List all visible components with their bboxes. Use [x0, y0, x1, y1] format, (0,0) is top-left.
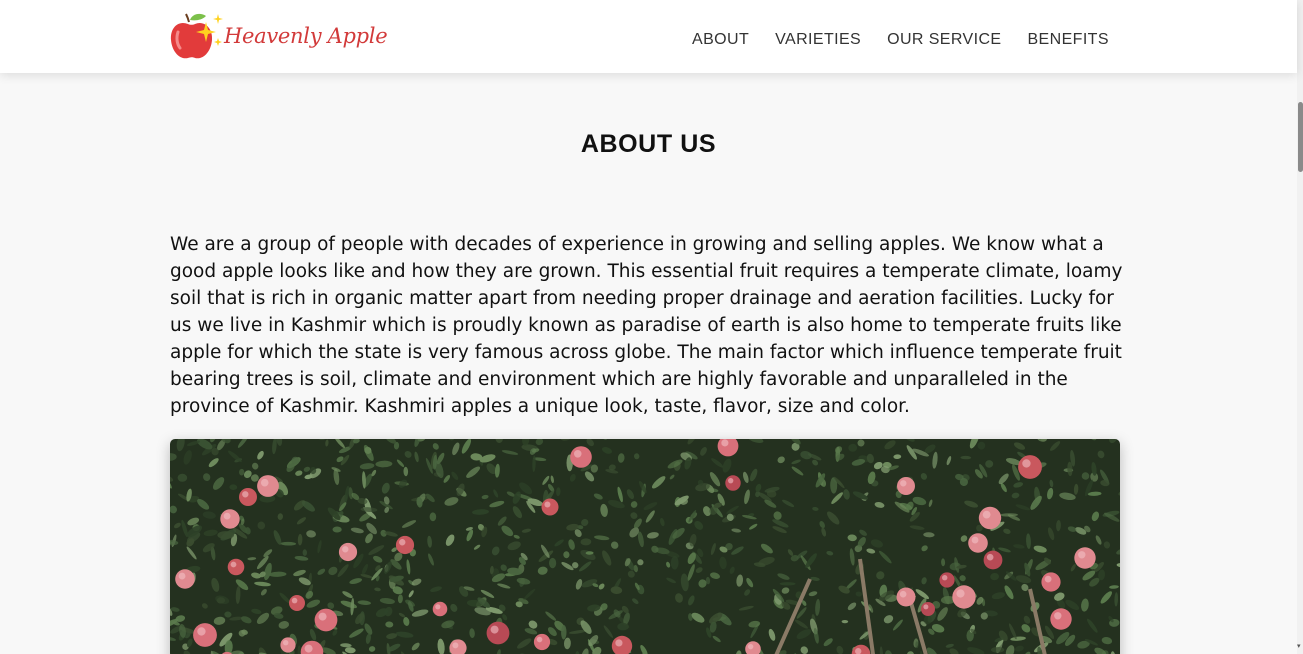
top-navbar: Heavenly Apple ABOUT VARIETIES OUR SERVI…: [0, 0, 1297, 73]
nav-about[interactable]: ABOUT: [692, 31, 749, 49]
nav-benefits[interactable]: BENEFITS: [1027, 31, 1108, 49]
orchard-illustration: [170, 439, 1120, 654]
page-scrollbar[interactable]: ▾: [1297, 0, 1303, 654]
about-section-title: ABOUT US: [580, 130, 717, 158]
main-nav: ABOUT VARIETIES OUR SERVICE BENEFITS: [692, 31, 1135, 49]
apple-sparkle-icon: [170, 13, 223, 59]
about-paragraph: We are a group of people with decades of…: [170, 234, 1123, 417]
scroll-down-arrow-icon[interactable]: ▾: [1297, 642, 1303, 650]
scrollbar-thumb[interactable]: [1298, 102, 1303, 172]
apple-orchard-image: [170, 439, 1120, 654]
brand-name: Heavenly Apple: [224, 24, 388, 48]
nav-our-service[interactable]: OUR SERVICE: [887, 31, 1001, 49]
brand-logo-link[interactable]: Heavenly Apple: [168, 8, 388, 64]
nav-varieties[interactable]: VARIETIES: [775, 31, 861, 49]
